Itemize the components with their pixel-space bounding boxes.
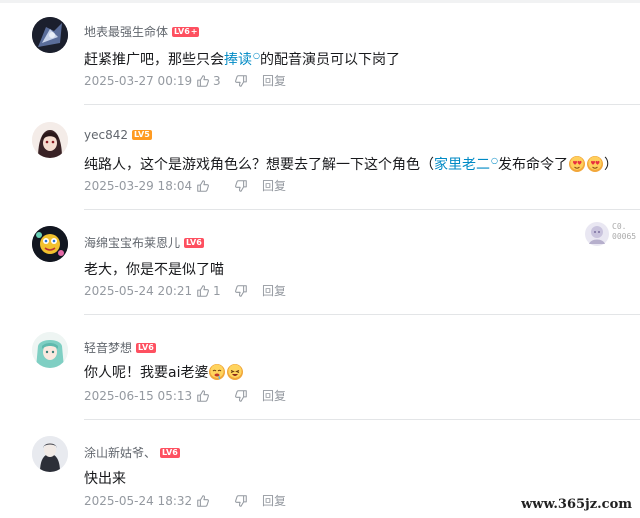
username[interactable]: yec842	[84, 128, 128, 142]
thumbs-up-icon	[197, 284, 209, 297]
like-button[interactable]: 1	[196, 284, 234, 298]
comment-item: 海绵宝宝布莱恩儿 LV6 老大，你是不是似了喵 2025-05-24 20:21…	[0, 210, 640, 315]
comment-time: 2025-03-29 18:04	[84, 178, 193, 193]
like-count: 3	[213, 73, 221, 88]
reply-button[interactable]: 回复	[262, 282, 286, 299]
mention-link[interactable]: 家里老二	[434, 157, 490, 173]
comment-item: yec842 LV5 纯路人，这个是游戏角色么？想要去了解一下这个角色（家里老二…	[0, 105, 640, 210]
level-badge: LV6	[160, 447, 180, 458]
like-button[interactable]	[196, 389, 234, 403]
comment-item: 地表最强生命体 LV6+ 赶紧推广吧，那些只会捧读○的配音演员可以下岗了 202…	[0, 0, 640, 105]
username[interactable]: 轻音梦想	[84, 339, 132, 356]
dislike-button[interactable]	[234, 389, 262, 403]
comment-time: 2025-06-15 05:13	[84, 388, 193, 403]
like-button[interactable]	[196, 494, 234, 508]
drooling-emoji-icon	[209, 364, 226, 380]
comment-text: 你人呢！我要ai老婆	[84, 362, 244, 382]
thumbs-up-icon	[197, 389, 209, 402]
like-button[interactable]	[196, 179, 234, 193]
comment-text: 快出来	[84, 471, 126, 487]
reply-button[interactable]: 回复	[262, 177, 286, 194]
thumbs-down-icon	[235, 389, 247, 402]
thumbs-down-icon	[235, 74, 247, 87]
avatar[interactable]	[32, 122, 68, 158]
thumbs-up-icon	[197, 494, 209, 507]
reply-button[interactable]: 回复	[262, 387, 286, 404]
avatar[interactable]	[32, 226, 68, 262]
laughing-emoji-icon	[227, 364, 244, 380]
comment-time: 2025-03-27 00:19	[84, 73, 193, 88]
reply-button[interactable]: 回复	[262, 492, 286, 509]
thumbs-down-icon	[235, 494, 247, 507]
dislike-button[interactable]	[234, 284, 262, 298]
like-count: 1	[213, 283, 221, 298]
comment-text: 赶紧推广吧，那些只会捧读○的配音演员可以下岗了	[84, 51, 400, 68]
thumbs-up-icon	[197, 74, 209, 87]
comment-text: 老大，你是不是似了喵	[84, 262, 224, 278]
level-badge: LV5	[132, 130, 152, 140]
thumbs-down-icon	[235, 284, 247, 297]
keyword-link[interactable]: 捧读	[224, 52, 252, 68]
username[interactable]: 地表最强生命体	[84, 23, 168, 40]
thumbs-up-icon	[197, 179, 209, 192]
comment-time: 2025-05-24 18:32	[84, 493, 193, 508]
reply-button[interactable]: 回复	[262, 72, 286, 89]
dislike-button[interactable]	[234, 179, 262, 193]
like-button[interactable]: 3	[196, 74, 234, 88]
comment-text: 纯路人，这个是游戏角色么？想要去了解一下这个角色（家里老二○发布命令了）	[84, 156, 618, 173]
avatar[interactable]	[32, 17, 68, 53]
username[interactable]: 涂山新姑爷、	[84, 444, 156, 461]
username[interactable]: 海绵宝宝布莱恩儿	[84, 234, 180, 251]
heart-eyes-emoji-icon	[568, 156, 585, 172]
level-badge: LV6	[184, 237, 204, 248]
heart-eyes-emoji-icon	[586, 156, 603, 172]
level-badge: LV6	[136, 342, 156, 353]
comment-item: 轻音梦想 LV6 你人呢！我要ai老婆 2025-06-15 05:13 回复	[0, 315, 640, 420]
avatar[interactable]	[32, 332, 68, 368]
dislike-button[interactable]	[234, 494, 262, 508]
avatar[interactable]	[32, 436, 68, 472]
comment-time: 2025-05-24 20:21	[84, 283, 193, 298]
search-icon: ○	[491, 156, 498, 166]
thumbs-down-icon	[235, 179, 247, 192]
dislike-button[interactable]	[234, 74, 262, 88]
level-badge: LV6+	[172, 26, 200, 37]
search-icon: ○	[253, 51, 260, 61]
site-watermark: www.365jz.com	[521, 497, 632, 512]
